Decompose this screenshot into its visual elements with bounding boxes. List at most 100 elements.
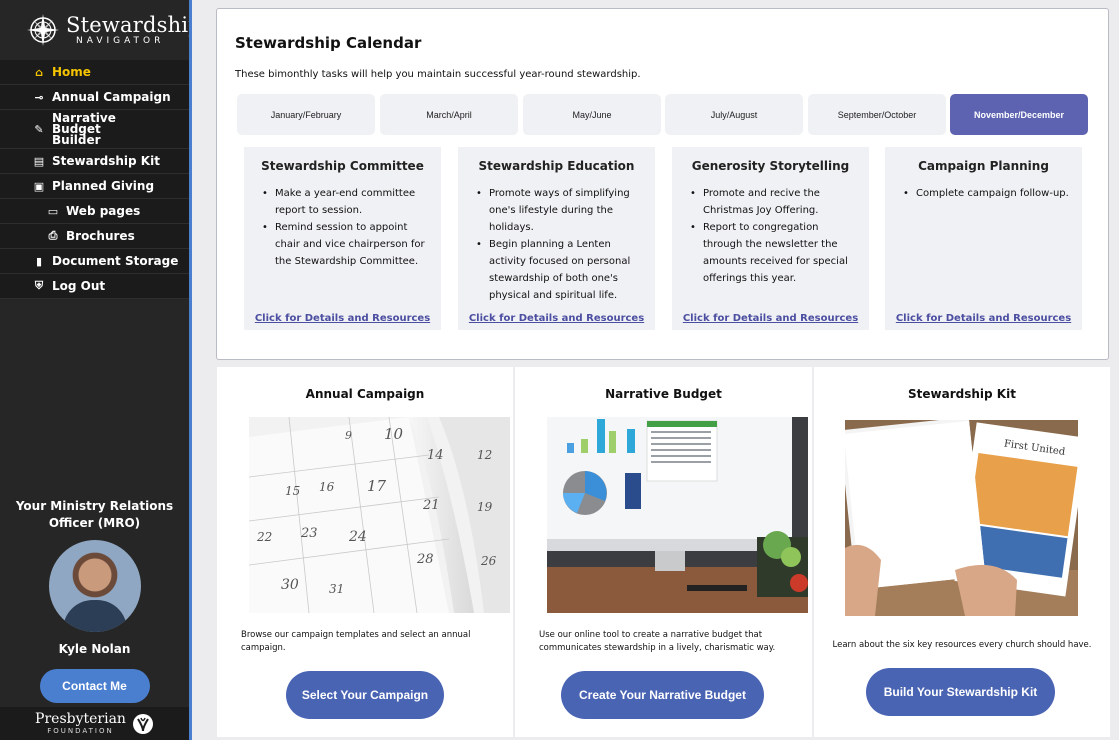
details-resources-link[interactable]: Click for Details and Resources [244,313,441,324]
foundation-title: Presbyterian [35,711,126,727]
calendar-number: 9 [345,429,352,442]
task-card-title: Generosity Storytelling [691,159,850,173]
feature-description: Learn about the six key resources every … [832,640,1092,650]
nav-item-document-storage[interactable]: ▮ Document Storage [0,249,189,274]
presbyterian-foundation-logo[interactable]: Presbyterian FOUNDATION [0,707,189,740]
foundation-emblem-icon [132,713,153,734]
mro-avatar [48,540,141,632]
nav-item-stewardship-kit[interactable]: ▤ Stewardship Kit [0,149,189,174]
nav-item-planned-giving[interactable]: ▣ Planned Giving [0,174,189,199]
tab-march-april[interactable]: March/April [380,94,518,135]
task-list: Promote ways of simplifying one's lifest… [476,185,645,304]
sidebar: Stewardship NAVIGATOR ⌂ Home ⊸ Annual Ca… [0,0,202,740]
calendar-title: Stewardship Calendar [235,34,422,52]
nav-item-web-pages[interactable]: ▭ Web pages [0,199,189,224]
select-your-campaign-button[interactable]: Select Your Campaign [286,671,444,719]
bookmark-icon: ▮ [35,254,43,268]
nav-item-log-out[interactable]: ⛨ Log Out [0,274,189,299]
print-icon: ⎙ [48,229,58,242]
create-your-narrative-budget-button[interactable]: Create Your Narrative Budget [561,671,764,719]
calendar-number: 26 [480,554,497,568]
calendar-icon: ▣ [33,179,45,193]
feature-title: Narrative Budget [605,387,722,401]
task-list: Make a year-end committee report to sess… [262,185,431,270]
window-icon: ▭ [47,204,59,218]
feature-title: Stewardship Kit [908,387,1016,401]
folder-icon: ▤ [33,154,45,168]
feature-description: Use our online tool to create a narrativ… [539,630,776,653]
tab-may-june[interactable]: May/June [523,94,661,135]
details-resources-link[interactable]: Click for Details and Resources [458,313,655,324]
calendar-number: 23 [300,526,318,541]
key-icon: ⊸ [34,90,44,104]
tab-july-august[interactable]: July/August [665,94,803,135]
nav-label: Stewardship Kit [52,153,160,168]
task-item: Remind session to appoint chair and vice… [262,219,431,270]
task-item: Report to congregation through the newsl… [690,219,859,287]
calendar-number: 28 [416,552,434,567]
nav-label: Log Out [52,278,106,293]
feature-annual-campaign: Annual Campaign 9 10 14 12 15 16 17 21 1… [217,367,513,737]
nav-item-home[interactable]: ⌂ Home [0,60,189,85]
stewardship-calendar: Stewardship Calendar These bimonthly tas… [216,8,1109,360]
task-card-title: Campaign Planning [918,159,1049,173]
calendar-number: 22 [256,530,272,544]
nav-item-brochures[interactable]: ⎙ Brochures [0,224,189,249]
logo-subtitle: NAVIGATOR [76,35,165,46]
calendar-description: These bimonthly tasks will help you main… [235,69,641,80]
contact-me-button[interactable]: Contact Me [39,669,150,703]
task-item: Promote and recive the Christmas Joy Off… [690,185,859,219]
nav-label: Document Storage [52,253,179,268]
calendar-number: 16 [319,480,335,494]
nav-label: Brochures [66,228,135,243]
calendar-number: 24 [348,529,367,545]
foundation-subtitle: FOUNDATION [47,727,114,735]
pencil-icon: ✎ [34,122,44,136]
feature-description: Browse our campaign templates and select… [241,630,471,653]
feature-narrative-budget: Narrative Budget Use our online tool to … [515,367,812,737]
task-card-title: Stewardship Education [478,159,635,173]
shield-icon: ⛨ [34,279,44,292]
main-content: Stewardship Calendar These bimonthly tas… [192,0,1119,740]
calendar-number: 14 [427,448,444,463]
stewardship-kit-image: First United [845,420,1078,616]
tab-november-december[interactable]: November/December [950,94,1088,135]
stewardship-navigator-logo[interactable]: Stewardship NAVIGATOR [0,0,202,60]
calendar-number: 10 [384,425,404,443]
calendar-number: 21 [422,498,440,513]
nav-label: Home [52,64,91,79]
calendar-number: 12 [477,448,492,462]
sidebar-nav: ⌂ Home ⊸ Annual Campaign ✎ Narrative Bud… [0,60,189,299]
task-list: Promote and recive the Christmas Joy Off… [690,185,859,287]
nav-item-narrative-budget-builder[interactable]: ✎ Narrative Budget Builder [0,110,189,149]
task-card-title: Stewardship Committee [261,159,424,173]
calendar-number: 30 [281,577,299,593]
month-tabs: January/February March/April May/June Ju… [237,94,1089,135]
task-item: Begin planning a Lenten activity focused… [476,236,645,304]
build-your-stewardship-kit-button[interactable]: Build Your Stewardship Kit [866,668,1055,716]
mro-title: Your Ministry Relations Officer (MRO) [15,499,174,530]
compass-icon [27,14,59,46]
calendar-number: 17 [367,477,387,495]
task-item: Promote ways of simplifying one's lifest… [476,185,645,236]
details-resources-link[interactable]: Click for Details and Resources [672,313,869,324]
app-window: Stewardship NAVIGATOR ⌂ Home ⊸ Annual Ca… [0,0,1119,740]
feature-title: Annual Campaign [305,387,425,401]
nav-item-annual-campaign[interactable]: ⊸ Annual Campaign [0,85,189,110]
logo-title: Stewardship [66,12,202,37]
task-card-generosity-storytelling: Generosity Storytelling Promote and reci… [672,147,869,330]
calendar-pages-image: 9 10 14 12 15 16 17 21 19 22 23 24 28 26 [249,417,510,613]
task-item: Make a year-end committee report to sess… [262,185,431,219]
home-icon: ⌂ [35,65,43,79]
nav-label: Planned Giving [52,178,155,193]
tab-september-october[interactable]: September/October [808,94,946,135]
mro-panel: Your Ministry Relations Officer (MRO) Ky… [0,498,189,703]
nav-label: Annual Campaign [52,89,171,104]
tab-january-february[interactable]: January/February [237,94,375,135]
task-card-campaign-planning: Campaign Planning Complete campaign foll… [885,147,1082,330]
task-card-stewardship-education: Stewardship Education Promote ways of si… [458,147,655,330]
details-resources-link[interactable]: Click for Details and Resources [885,313,1082,324]
calendar-number: 15 [285,484,300,498]
task-list: Complete campaign follow-up. [903,185,1072,202]
feature-stewardship-kit: Stewardship Kit First United Learn about… [814,367,1110,737]
